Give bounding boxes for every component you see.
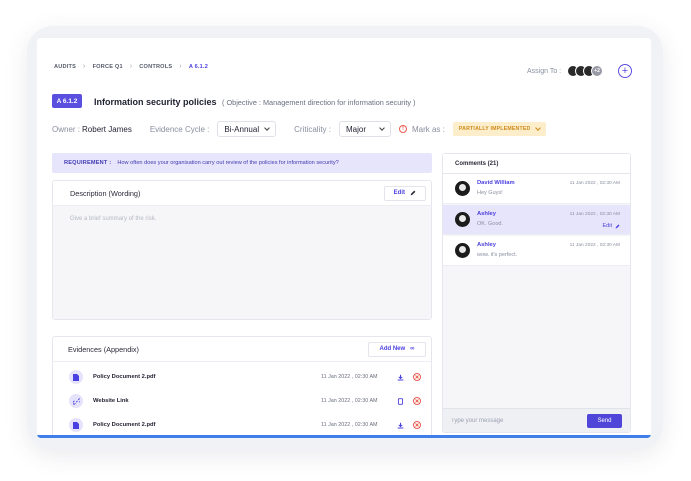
edit-comment-button[interactable]: Edit [603, 223, 620, 229]
description-textarea[interactable]: Give a brief summary of the risk. [53, 206, 431, 319]
evidence-row[interactable]: Policy Document 2.pdf 11 Jan 2022 , 02:3… [53, 367, 431, 387]
comment-time: 11 Jan 2022 , 02:30 AM [569, 181, 620, 186]
evidence-name[interactable]: Policy Document 2.pdf [93, 422, 156, 428]
control-id-badge: A 6.1.2 [52, 94, 82, 108]
document-icon [69, 370, 83, 384]
evidence-name[interactable]: Website Link [93, 398, 129, 404]
comment-text: OK. Good. [477, 221, 503, 227]
edit-description-button[interactable]: Edit [383, 185, 426, 201]
comment-text: wow. it's perfect. [477, 252, 518, 258]
chevron-down-icon [379, 124, 385, 131]
copy-icon[interactable] [397, 397, 404, 405]
download-icon[interactable] [397, 374, 404, 381]
evidence-date: 11 Jan 2022 , 02:30 AM [321, 398, 378, 404]
send-button[interactable]: Send [587, 414, 622, 428]
chevron-right-icon: › [83, 63, 86, 70]
owner-label: Owner : [52, 124, 81, 134]
edit-button-label: Edit [393, 190, 405, 196]
description-title: Description (Wording) [70, 188, 141, 198]
evidences-title: Evidences (Appendix) [68, 344, 139, 354]
breadcrumb-audits[interactable]: AUDITS [54, 64, 76, 70]
criticality-value: Major [345, 124, 366, 134]
evidence-row[interactable]: Policy Document 2.pdf 11 Jan 2022 , 02:3… [53, 415, 431, 435]
comments-title: Comments (21) [443, 154, 630, 174]
control-title: Information security policies [94, 97, 217, 107]
requirement-banner: REQUIREMENT : How often does your organi… [52, 153, 432, 173]
criticality-select[interactable]: Major [338, 121, 391, 137]
edit-comment-label: Edit [602, 223, 612, 229]
add-new-label: Add New [379, 346, 406, 352]
requirement-text: How often does your organisation carry o… [117, 160, 339, 166]
comment-item[interactable]: Ashley OK. Good. 11 Jan 2022 , 02:30 AM … [443, 205, 630, 235]
status-select[interactable]: PARTIALLY IMPLEMENTED [452, 122, 547, 136]
criticality-label: Criticality : [294, 124, 331, 134]
avatar [455, 212, 470, 227]
pencil-icon [615, 224, 620, 228]
evidence-cycle-label: Evidence Cycle : [149, 124, 210, 134]
comment-author: Ashley [477, 211, 497, 217]
comments-panel: Comments (21) David William Hey Guys! 11… [442, 153, 631, 433]
assignee-avatars[interactable]: +2 [567, 65, 604, 77]
remove-icon[interactable] [413, 421, 421, 429]
description-panel: Description (Wording) Edit Give a brief … [52, 180, 432, 320]
comment-item[interactable]: Ashley wow. it's perfect. 11 Jan 2022 , … [443, 236, 630, 266]
comment-composer: Send [443, 408, 630, 432]
comment-time: 11 Jan 2022 , 02:30 AM [569, 212, 620, 217]
breadcrumb: AUDITS › FORCE Q1 › CONTROLS › A 6.1.2 [54, 63, 208, 70]
mark-as-label: Mark as : [411, 124, 445, 134]
chevron-down-icon [264, 124, 270, 131]
chevron-down-icon [535, 124, 542, 131]
comment-time: 11 Jan 2022 , 02:30 AM [569, 243, 620, 248]
assign-to: Assign To : +2 [527, 65, 604, 77]
avatar [455, 181, 470, 196]
comment-item[interactable]: David William Hey Guys! 11 Jan 2022 , 02… [443, 174, 630, 204]
pencil-icon [410, 190, 416, 196]
evidence-cycle-select[interactable]: Bi-Annual [217, 121, 277, 137]
evidence-cycle-value: Bi-Annual [224, 124, 260, 134]
comment-author: David William [477, 180, 515, 186]
description-placeholder: Give a brief summary of the risk. [70, 216, 157, 222]
document-icon [69, 418, 83, 432]
evidences-panel: Evidences (Appendix) Add New ∞ Policy Do… [52, 336, 432, 438]
bottom-accent-bar [37, 435, 651, 438]
control-meta: Owner : Robert James Evidence Cycle : Bi… [52, 120, 547, 138]
link-icon [69, 394, 83, 408]
remove-icon[interactable] [413, 397, 421, 405]
chevron-right-icon: › [179, 63, 182, 70]
more-assignees-badge[interactable]: +2 [591, 65, 604, 77]
description-header: Description (Wording) Edit [53, 181, 431, 206]
comment-author: Ashley [477, 242, 497, 248]
evidence-name[interactable]: Policy Document 2.pdf [93, 374, 156, 380]
app-screen: AUDITS › FORCE Q1 › CONTROLS › A 6.1.2 A… [37, 38, 651, 438]
download-icon[interactable] [397, 422, 404, 429]
breadcrumb-controls[interactable]: CONTROLS [139, 64, 172, 70]
status-value: PARTIALLY IMPLEMENTED [458, 126, 531, 132]
requirement-label: REQUIREMENT : [64, 160, 112, 166]
avatar [455, 243, 470, 258]
info-icon: ! [398, 125, 407, 133]
comment-text: Hey Guys! [477, 190, 503, 196]
message-input[interactable] [451, 413, 581, 429]
remove-icon[interactable] [413, 373, 421, 381]
assign-to-label: Assign To : [527, 67, 562, 75]
breadcrumb-force-q1[interactable]: FORCE Q1 [93, 64, 123, 70]
evidence-date: 11 Jan 2022 , 02:30 AM [321, 374, 378, 380]
evidences-header: Evidences (Appendix) Add New ∞ [53, 337, 431, 362]
chevron-right-icon: › [129, 63, 133, 70]
plus-icon: + [621, 64, 629, 77]
evidence-date: 11 Jan 2022 , 02:30 AM [321, 422, 378, 428]
owner-value: Robert James [82, 124, 132, 134]
evidence-row[interactable]: Website Link 11 Jan 2022 , 02:30 AM [53, 391, 431, 411]
add-assignee-button[interactable]: + [618, 64, 632, 78]
link-icon: ∞ [410, 346, 415, 352]
control-objective: ( Objective : Management direction for i… [222, 98, 416, 107]
breadcrumb-current: A 6.1.2 [188, 63, 209, 70]
add-evidence-button[interactable]: Add New ∞ [368, 341, 426, 357]
